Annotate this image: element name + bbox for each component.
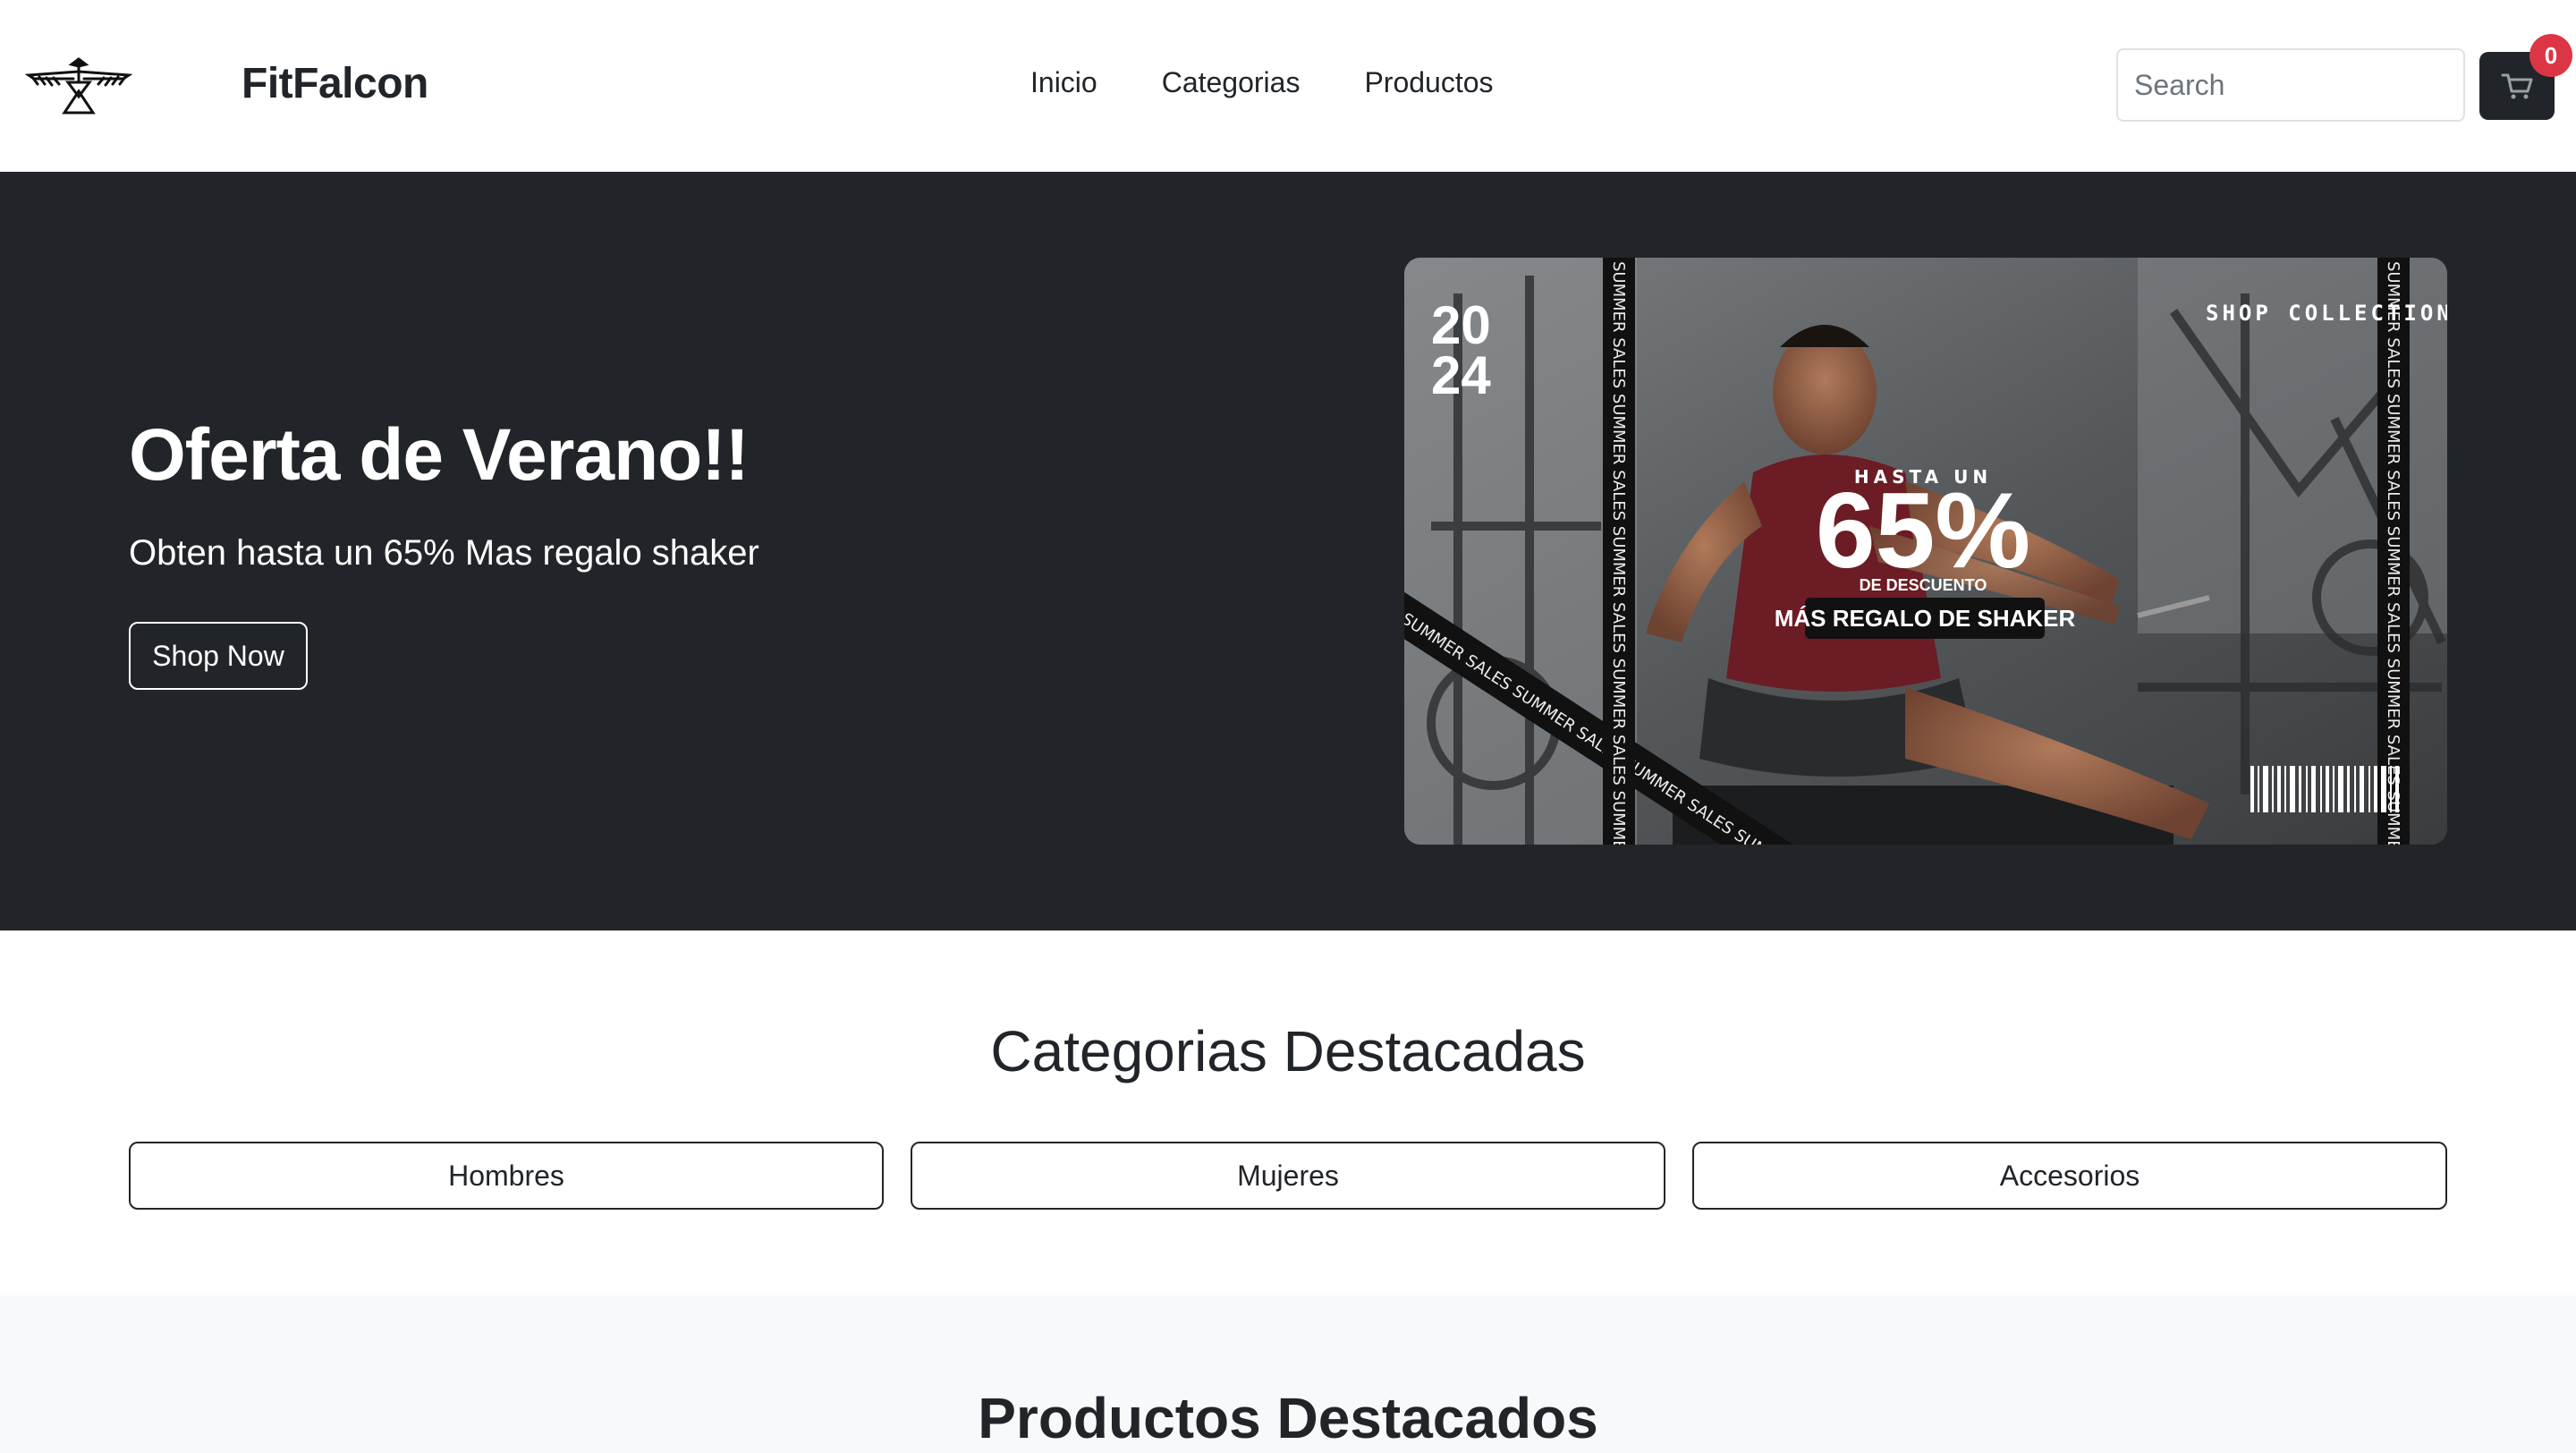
banner-collection-text: SHOP COLLECTION: [2206, 301, 2447, 326]
products-title: Productos Destacados: [978, 1386, 1598, 1450]
nav-link-productos[interactable]: Productos: [1364, 66, 1493, 99]
brand-name[interactable]: FitFalcon: [242, 59, 428, 108]
hero-title: Oferta de Verano!!: [129, 414, 750, 496]
category-button-mujeres[interactable]: Mujeres: [911, 1142, 1665, 1210]
banner-ribbon-right: SUMMER SALES SUMMER SALES SUMMER SALES S…: [2384, 261, 2402, 845]
main-nav: Inicio Categorias Productos: [1030, 66, 1494, 99]
navbar: FitFalcon Inicio Categorias Productos 0: [0, 0, 2576, 172]
nav-link-inicio[interactable]: Inicio: [1030, 66, 1097, 99]
category-button-accesorios[interactable]: Accesorios: [1692, 1142, 2447, 1210]
shop-now-button[interactable]: Shop Now: [129, 622, 308, 690]
banner-percent: 65%: [1816, 471, 2030, 591]
banner-year-bottom: 24: [1431, 345, 1491, 405]
category-button-hombres[interactable]: Hombres: [129, 1142, 884, 1210]
hero-section: Oferta de Verano!! Obten hasta un 65% Ma…: [0, 172, 2576, 930]
promo-banner-graphic: SUMMER SALES SUMMER SALES SUMMER SALES S…: [1404, 258, 2447, 845]
cart-icon: [2501, 73, 2533, 99]
cart-count-badge: 0: [2529, 34, 2572, 77]
banner-ribbon-left: SUMMER SALES SUMMER SALES SUMMER SALES S…: [1609, 261, 1628, 845]
banner-regalo: MÁS REGALO DE SHAKER: [1775, 605, 2076, 632]
categories-title: Categorias Destacadas: [990, 1019, 1586, 1083]
promo-banner-image: SUMMER SALES SUMMER SALES SUMMER SALES S…: [1404, 258, 2447, 845]
banner-descuento: DE DESCUENTO: [1860, 576, 1987, 594]
products-section: Productos Destacados: [0, 1296, 2576, 1453]
search-input[interactable]: [2116, 48, 2465, 122]
falcon-logo-icon[interactable]: [25, 52, 132, 118]
hero-subtitle: Obten hasta un 65% Mas regalo shaker: [129, 533, 759, 573]
nav-link-categorias[interactable]: Categorias: [1162, 66, 1301, 99]
